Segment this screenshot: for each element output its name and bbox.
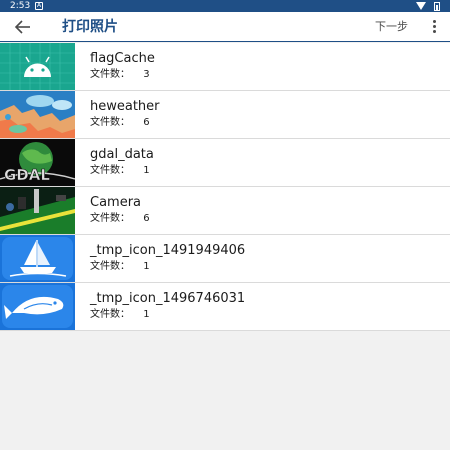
file-count-label: 文件数：	[90, 213, 130, 224]
android-icon	[0, 43, 75, 90]
more-options-icon[interactable]	[431, 19, 437, 35]
gdal-globe-logo: GDAL	[0, 139, 75, 186]
app-toolbar: 打印照片 下一步	[0, 12, 450, 42]
folder-name: _tmp_icon_1491949406	[90, 243, 246, 258]
notification-icon: A	[35, 2, 43, 10]
folder-row-camera[interactable]: Camera 文件数： 6	[0, 187, 450, 235]
folder-row-flagcache[interactable]: flagCache 文件数： 3	[0, 43, 450, 91]
back-arrow-icon[interactable]	[12, 17, 34, 37]
folder-row-tmp-icon-1496746031[interactable]: _tmp_icon_1496746031 文件数： 1	[0, 283, 450, 331]
folder-name: flagCache	[90, 51, 155, 66]
file-count-label: 文件数：	[90, 261, 130, 272]
fish-icon	[0, 283, 75, 330]
camera-photo	[0, 187, 75, 234]
file-count-label: 文件数：	[90, 117, 130, 128]
folder-name: _tmp_icon_1496746031	[90, 291, 246, 306]
file-count-label: 文件数：	[90, 165, 130, 176]
file-count-value: 6	[143, 213, 150, 224]
battery-icon	[434, 2, 440, 11]
folder-row-tmp-icon-1491949406[interactable]: _tmp_icon_1491949406 文件数： 1	[0, 235, 450, 283]
wifi-icon	[416, 2, 426, 10]
folder-row-heweather[interactable]: heweather 文件数： 6	[0, 91, 450, 139]
status-time: 2:53	[10, 1, 31, 11]
weather-map-image	[0, 91, 75, 138]
file-count-value: 1	[143, 165, 150, 176]
folder-name: heweather	[90, 99, 160, 114]
status-bar: 2:53 A	[0, 0, 450, 12]
file-count-value: 3	[143, 69, 150, 80]
folder-list: flagCache 文件数： 3 heweather 文件数： 6 GDAL g…	[0, 43, 450, 331]
file-count-value: 1	[143, 309, 150, 320]
file-count: 文件数： 3	[90, 68, 150, 82]
file-count: 文件数： 1	[90, 308, 150, 322]
file-count: 文件数： 1	[90, 260, 150, 274]
next-step-button[interactable]: 下一步	[375, 18, 408, 36]
file-count-value: 1	[143, 261, 150, 272]
file-count-value: 6	[143, 117, 150, 128]
folder-row-gdal-data[interactable]: GDAL gdal_data 文件数： 1	[0, 139, 450, 187]
file-count: 文件数： 6	[90, 116, 150, 130]
folder-name: Camera	[90, 195, 142, 210]
file-count-label: 文件数：	[90, 309, 130, 320]
file-count-label: 文件数：	[90, 69, 130, 80]
folder-name: gdal_data	[90, 147, 154, 162]
junk-boat-icon	[0, 235, 75, 282]
file-count: 文件数： 1	[90, 164, 150, 178]
page-title: 打印照片	[62, 19, 118, 35]
file-count: 文件数： 6	[90, 212, 150, 226]
svg-text:GDAL: GDAL	[4, 166, 50, 184]
